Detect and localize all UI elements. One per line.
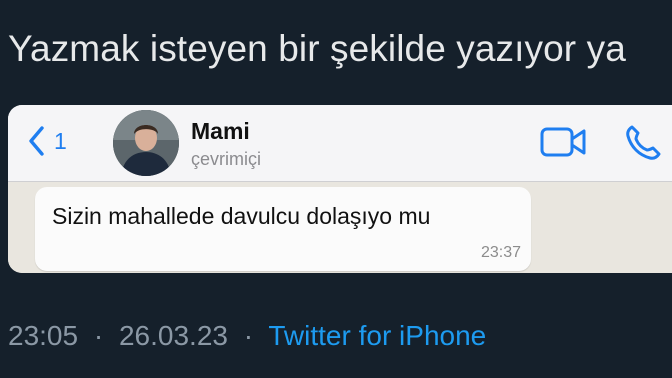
video-call-icon[interactable]	[540, 125, 588, 159]
separator: ·	[93, 320, 104, 351]
back-button[interactable]: 1	[28, 126, 67, 156]
unread-count: 1	[54, 127, 67, 154]
tweet-source-link[interactable]: Twitter for iPhone	[268, 320, 486, 351]
contact-name: Mami	[191, 118, 250, 144]
tweet-time: 23:05	[8, 320, 79, 351]
avatar[interactable]	[113, 110, 179, 176]
chat-header: 1 Mami çevrimiçi	[8, 105, 672, 182]
message-time: 23:37	[480, 244, 521, 261]
phone-icon[interactable]	[623, 123, 663, 163]
tweet-date[interactable]: 26.03.23	[119, 320, 228, 351]
whatsapp-screenshot: 1 Mami çevrimiçi Sizin mahallede davulcu…	[8, 105, 672, 273]
message-text: Sizin mahallede davulcu dolaşıyo mu	[52, 203, 431, 229]
message-bubble[interactable]: Sizin mahallede davulcu dolaşıyo mu 23:3…	[35, 187, 531, 271]
chevron-left-icon	[29, 126, 44, 156]
chat-area: Sizin mahallede davulcu dolaşıyo mu 23:3…	[8, 182, 672, 273]
separator: ·	[243, 320, 254, 351]
tweet-meta: 23:05 · 26.03.23 · Twitter for iPhone	[8, 320, 486, 352]
contact-status: çevrimiçi	[191, 149, 261, 169]
tweet-text: Yazmak isteyen bir şekilde yazıyor ya	[8, 28, 626, 69]
